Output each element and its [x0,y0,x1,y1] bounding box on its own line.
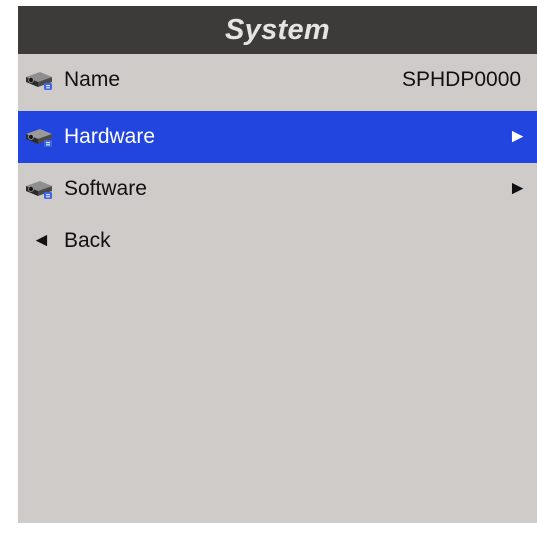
system-menu-screen: System Name SPHDP0000 Hardware ► Softwar… [18,6,537,523]
back-label: Back [64,229,111,252]
software-label: Software [64,177,147,200]
menu-item-name[interactable]: Name SPHDP0000 [18,54,537,106]
hardware-label: Hardware [64,125,156,148]
chevron-right-icon: ► [508,126,527,147]
projector-icon [26,181,52,199]
menu-item-back[interactable]: ◄ Back [18,215,537,267]
projector-icon [26,129,52,147]
menu-item-hardware[interactable]: Hardware ► [18,111,537,163]
chevron-right-icon: ► [508,178,527,199]
name-value: SPHDP0000 [402,68,522,91]
menu-title: System [18,6,537,54]
projector-icon [26,72,52,90]
name-label: Name [64,68,121,91]
back-arrow-icon: ◄ [32,230,51,251]
menu-item-software[interactable]: Software ► [18,163,537,215]
